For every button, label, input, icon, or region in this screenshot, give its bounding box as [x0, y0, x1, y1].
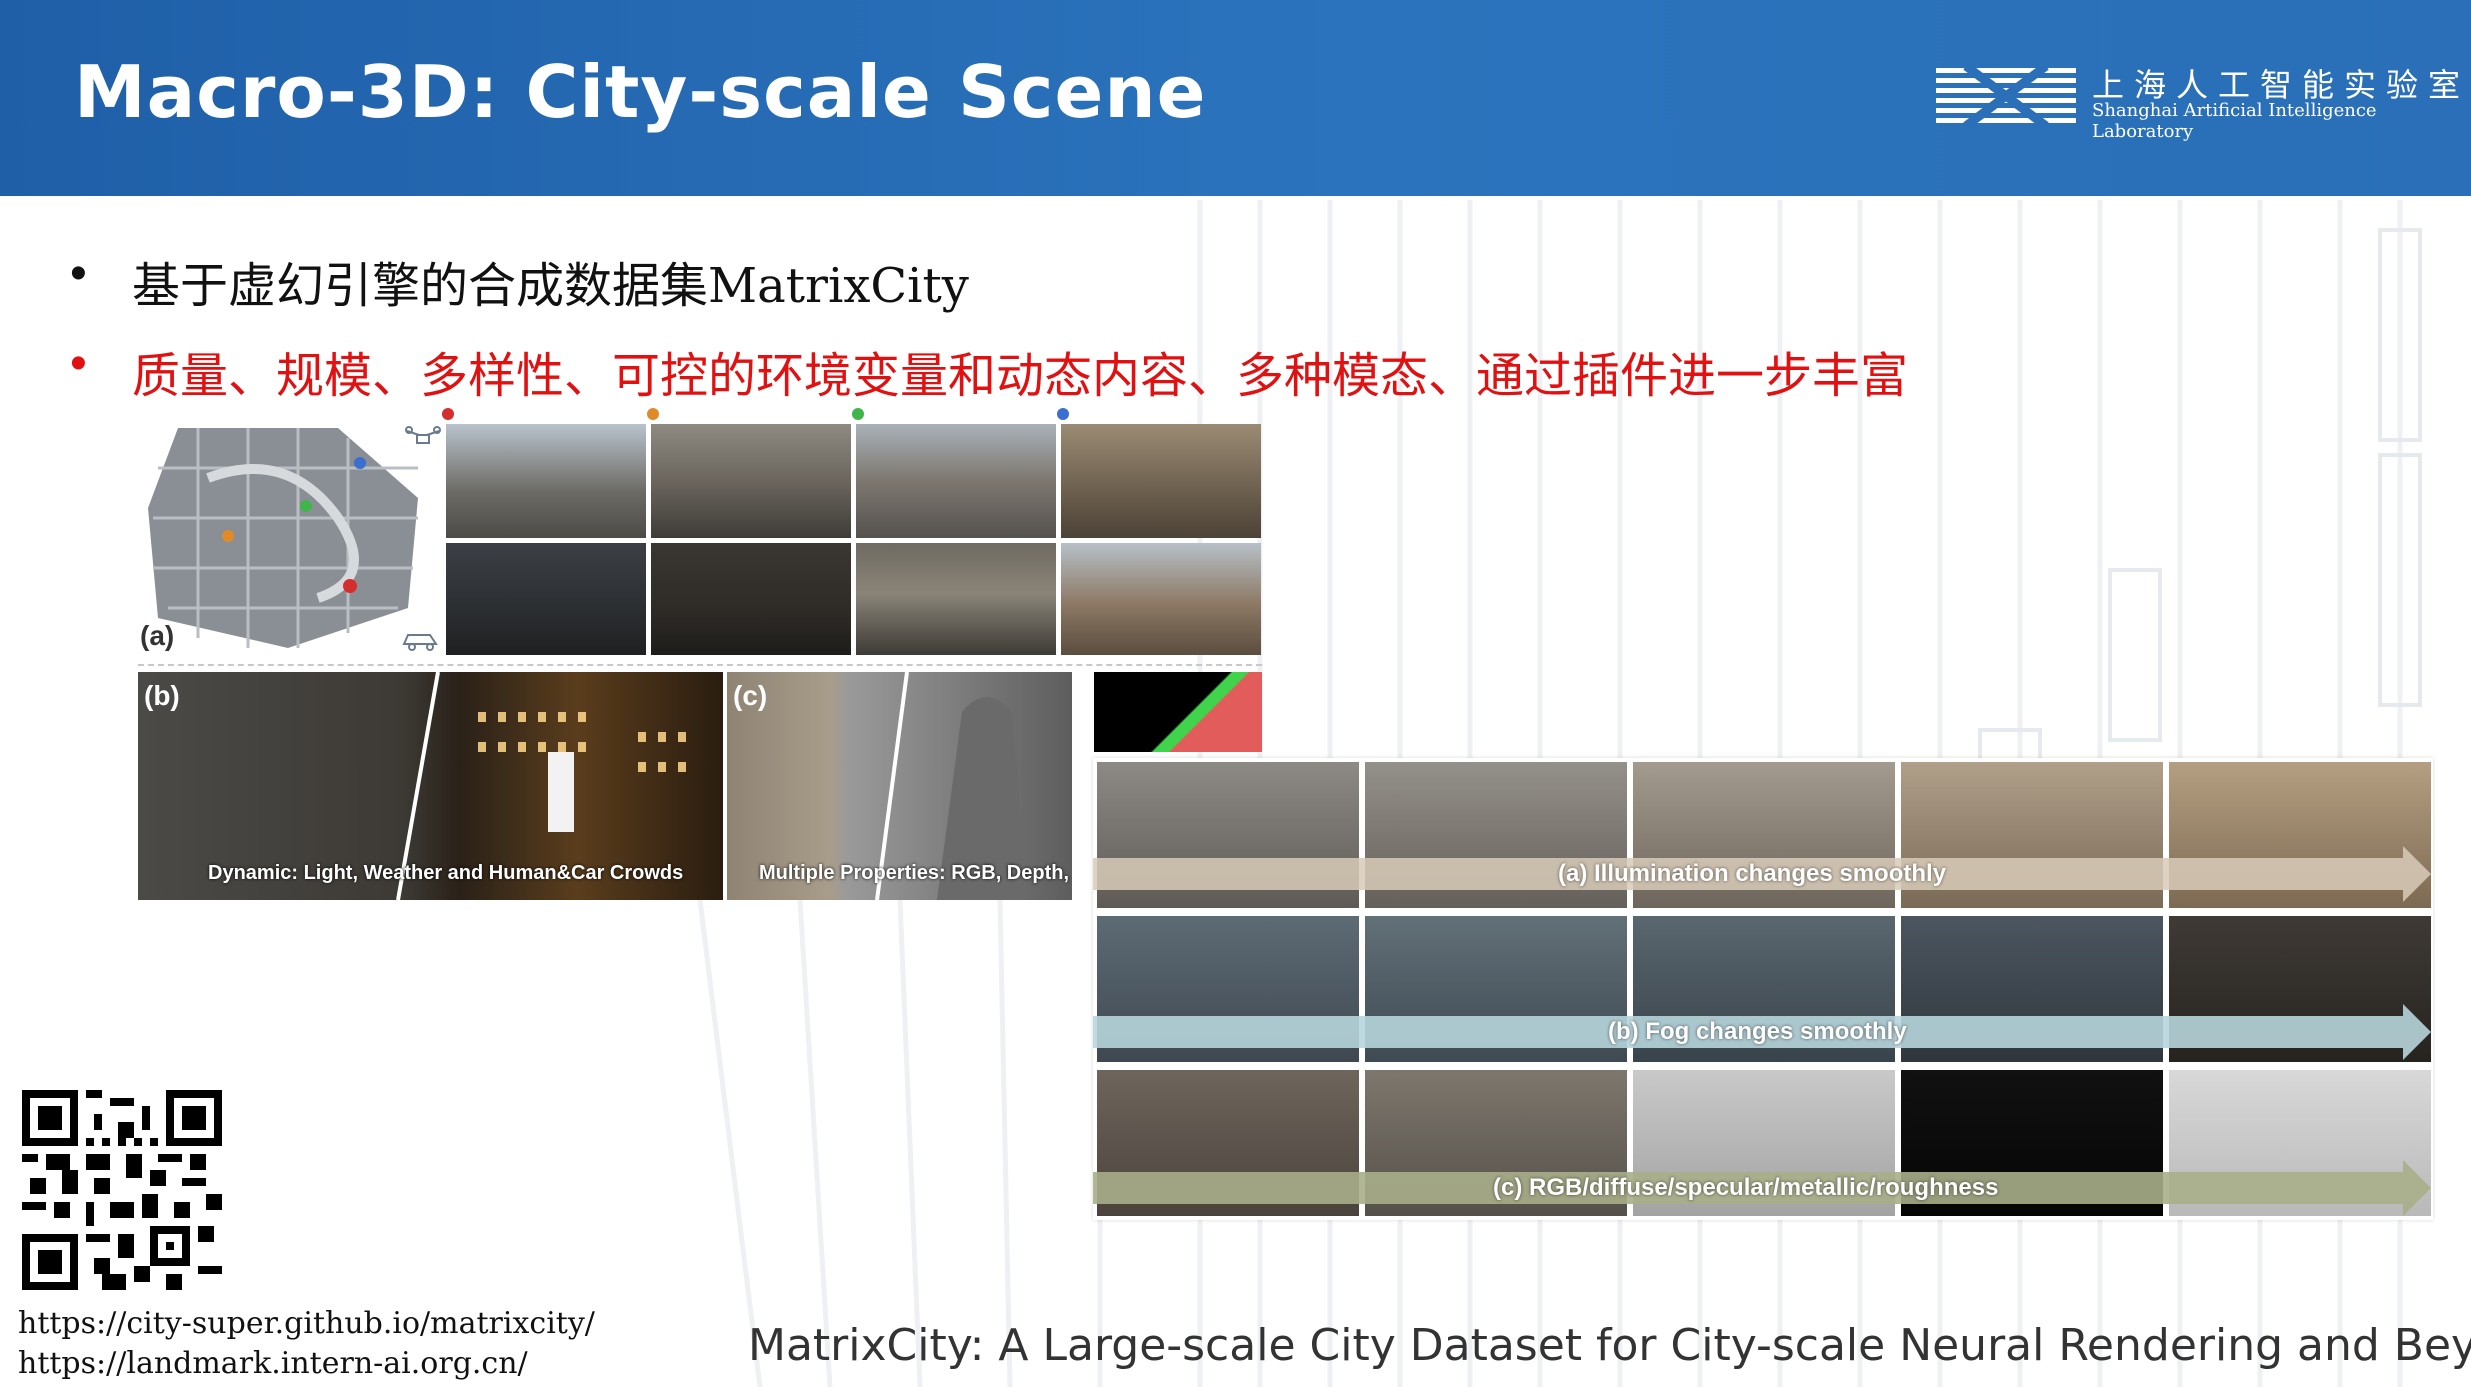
slide: Macro-3D: City-scale Scene 上海人工智能实验室 Sha… [0, 0, 2471, 1387]
location-pins [442, 408, 1069, 420]
car-icon [402, 634, 438, 651]
street-view-3 [856, 543, 1056, 655]
strip-arrows [1093, 846, 2431, 1216]
city-map-image [148, 428, 418, 648]
landmark-link[interactable]: https://landmark.intern-ai.org.cn/ [18, 1346, 528, 1381]
aerial-view-2 [651, 424, 851, 538]
strips-figure: (a) Illumination changes smoothly (b) Fo… [1093, 758, 2433, 1220]
header-bar: Macro-3D: City-scale Scene 上海人工智能实验室 Sha… [0, 0, 2471, 196]
caption-materials: (c) RGB/diffuse/specular/metallic/roughn… [1493, 1174, 1999, 1201]
project-link[interactable]: https://city-super.github.io/matrixcity/ [18, 1306, 595, 1341]
panel-label-c: (c) [733, 680, 768, 711]
caption-dynamic: Dynamic: Light, Weather and Human&Car Cr… [208, 862, 684, 884]
qr-code-icon [22, 1090, 222, 1290]
paper-reference: MatrixCity: A Large-scale City Dataset f… [748, 1320, 2471, 1371]
lab-name-en: Shanghai Artificial Intelligence Laborat… [2092, 100, 2377, 142]
panel-label-b: (b) [144, 680, 180, 711]
drone-icon [405, 426, 441, 444]
bullet-dot: • [70, 337, 87, 390]
segmentation-image [1094, 672, 1262, 752]
street-view-1 [446, 543, 646, 655]
bullet-text: 基于虚幻引擎的合成数据集MatrixCity [132, 258, 969, 314]
aerial-view-3 [856, 424, 1056, 538]
slide-title: Macro-3D: City-scale Scene [74, 50, 1207, 134]
bullet-dot: • [70, 247, 87, 300]
figure-divider [138, 664, 1262, 666]
aerial-view-1 [446, 424, 646, 538]
multi-property-image: (c) Multiple Properties: RGB, Depth, No [727, 672, 1072, 900]
caption-illumination: (a) Illumination changes smoothly [1558, 860, 1947, 887]
panel-label-a: (a) [140, 620, 175, 651]
caption-properties: Multiple Properties: RGB, Depth, No [759, 862, 1072, 884]
aerial-view-4 [1061, 424, 1261, 538]
street-view-4 [1061, 543, 1261, 655]
caption-fog: (b) Fog changes smoothly [1608, 1018, 1907, 1045]
bullet-text: 质量、规模、多样性、可控的环境变量和动态内容、多种模态、通过插件进一步丰富 [132, 348, 1909, 404]
street-view-2 [651, 543, 851, 655]
dynamic-scene-image: (b) Dynamic: Light, Weather and Human&Ca… [138, 672, 723, 900]
